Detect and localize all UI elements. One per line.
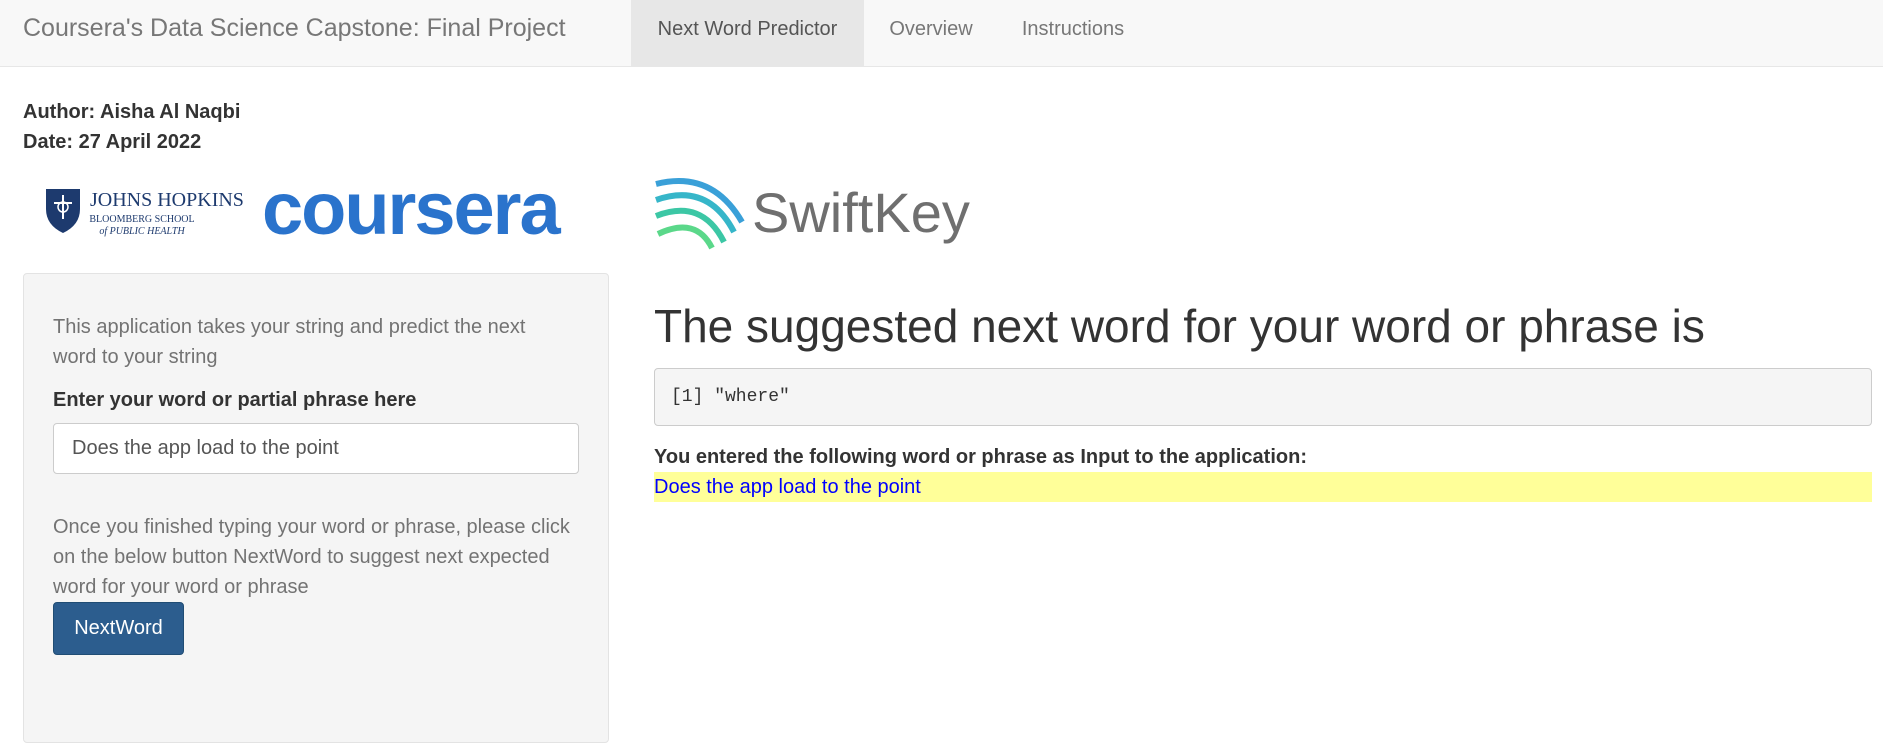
jhu-logo-line2: BLOOMBERG SCHOOL: [89, 214, 194, 225]
coursera-logo: coursera: [262, 170, 563, 250]
entered-phrase-label: You entered the following word or phrase…: [654, 446, 1307, 468]
navbar-brand[interactable]: Coursera's Data Science Capstone: Final …: [23, 14, 566, 43]
prediction-output: [1] "where": [654, 368, 1872, 426]
swiftkey-logo: SwiftKey: [654, 178, 970, 250]
tab-overview[interactable]: Overview: [864, 0, 998, 66]
result-heading: The suggested next word for your word or…: [654, 300, 1705, 352]
entered-phrase-value: Does the app load to the point: [654, 472, 1872, 502]
tab-next-word-predictor[interactable]: Next Word Predictor: [631, 0, 864, 66]
navbar: Coursera's Data Science Capstone: Final …: [0, 0, 1883, 67]
coursera-logo-text: coursera: [262, 170, 561, 250]
nextword-button[interactable]: NextWord: [53, 602, 184, 655]
app-description: This application takes your string and p…: [53, 316, 526, 368]
phrase-input-label: Enter your word or partial phrase here: [53, 389, 417, 411]
phrase-input[interactable]: [53, 423, 579, 474]
jhu-logo-line1: JOHNS HOPKINS: [90, 189, 244, 211]
author-text: Author: Aisha Al Naqbi: [23, 101, 241, 123]
jhu-logo-line3: of PUBLIC HEALTH: [99, 226, 185, 237]
sidebar-panel: This application takes your string and p…: [23, 273, 609, 743]
date-text: Date: 27 April 2022: [23, 131, 202, 153]
usage-instructions: Once you finished typing your word or ph…: [53, 516, 570, 598]
tab-instructions[interactable]: Instructions: [998, 0, 1148, 66]
johns-hopkins-logo: JOHNS HOPKINS BLOOMBERG SCHOOL of PUBLIC…: [46, 189, 244, 237]
swiftkey-logo-text: SwiftKey: [752, 181, 970, 244]
